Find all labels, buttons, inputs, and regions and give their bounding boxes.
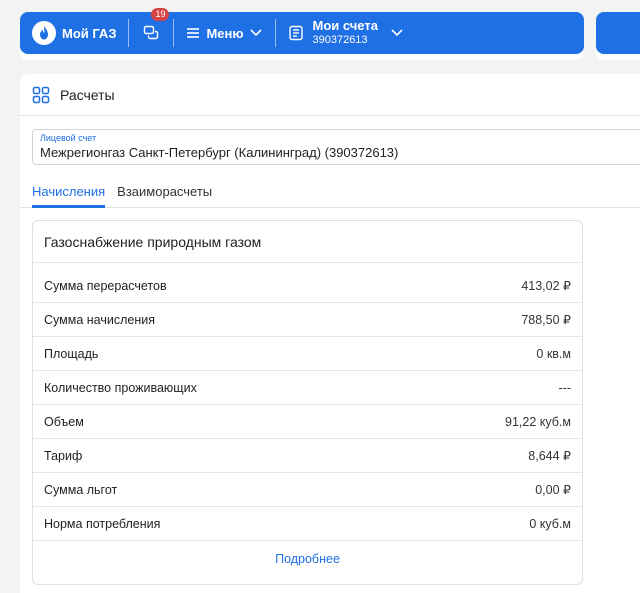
table-row: Норма потребления 0 куб.м	[33, 507, 582, 541]
row-label: Объем	[44, 414, 84, 429]
service-panel: Газоснабжение природным газом Сумма пере…	[32, 220, 583, 585]
table-row: Площадь 0 кв.м	[33, 337, 582, 371]
account-field-label: Лицевой счет	[40, 133, 97, 143]
divider	[173, 19, 175, 47]
tab-settlements[interactable]: Взаиморасчеты	[117, 180, 212, 208]
table-row: Сумма перерасчетов 413,02 ₽	[33, 269, 582, 303]
accounts-dropdown[interactable]: Мои счета 390372613	[288, 18, 403, 48]
row-label: Количество проживающих	[44, 380, 197, 395]
accounts-title: Мои счета	[312, 18, 378, 33]
page-title: Расчеты	[60, 86, 115, 103]
row-label: Сумма льгот	[44, 482, 118, 497]
chevron-down-icon	[250, 29, 263, 37]
account-field-value: Межрегионгаз Санкт-Петербург (Калинингра…	[40, 145, 399, 160]
row-value: 0,00 ₽	[535, 483, 571, 497]
table-row: Тариф 8,644 ₽	[33, 439, 582, 473]
chevron-down-icon	[391, 29, 403, 37]
tabs: Начисления Взаиморасчеты	[20, 180, 640, 208]
tab-charges[interactable]: Начисления	[32, 180, 106, 208]
row-value: 413,02 ₽	[521, 279, 571, 293]
more-details-link[interactable]: Подробнее	[33, 541, 582, 577]
row-value: 788,50 ₽	[521, 313, 571, 327]
row-label: Сумма перерасчетов	[44, 278, 167, 293]
table-row: Сумма льгот 0,00 ₽	[33, 473, 582, 507]
calculations-card: Расчеты Лицевой счет Межрегионгаз Санкт-…	[20, 74, 640, 593]
notifications-badge: 19	[151, 8, 170, 21]
row-label: Сумма начисления	[44, 312, 155, 327]
row-label: Тариф	[44, 448, 83, 463]
grid-icon	[32, 86, 50, 103]
row-label: Площадь	[44, 346, 99, 361]
service-title: Газоснабжение природным газом	[33, 221, 582, 263]
table-row: Объем 91,22 куб.м	[33, 405, 582, 439]
table-row: Сумма начисления 788,50 ₽	[33, 303, 582, 337]
brand-link[interactable]: Мой ГАЗ	[20, 12, 116, 54]
row-label: Норма потребления	[44, 516, 161, 531]
chat-icon	[144, 25, 159, 40]
secondary-header-bar	[596, 12, 640, 60]
menu-label: Меню	[206, 25, 244, 41]
account-select-field[interactable]: Лицевой счет Межрегионгаз Санкт-Петербур…	[32, 129, 640, 165]
document-icon	[289, 25, 304, 41]
row-value: ---	[558, 380, 572, 395]
notifications-button[interactable]: 19	[141, 8, 170, 43]
card-header: Расчеты	[20, 74, 640, 116]
brand-name: Мой ГАЗ	[62, 25, 117, 41]
gas-flame-logo-icon	[32, 21, 56, 45]
divider	[275, 19, 277, 47]
top-navigation-bar: Мой ГАЗ 19 Меню Мои счета 390372613	[20, 8, 584, 60]
row-value: 0 кв.м	[536, 346, 571, 361]
account-number: 390372613	[312, 34, 368, 46]
row-value: 8,644 ₽	[528, 449, 571, 463]
divider	[128, 19, 130, 47]
row-value: 91,22 куб.м	[505, 414, 571, 429]
service-rows: Сумма перерасчетов 413,02 ₽ Сумма начисл…	[33, 263, 582, 541]
row-value: 0 куб.м	[529, 516, 571, 531]
menu-button[interactable]: Меню	[186, 26, 263, 41]
hamburger-icon	[187, 28, 200, 38]
table-row: Количество проживающих ---	[33, 371, 582, 405]
